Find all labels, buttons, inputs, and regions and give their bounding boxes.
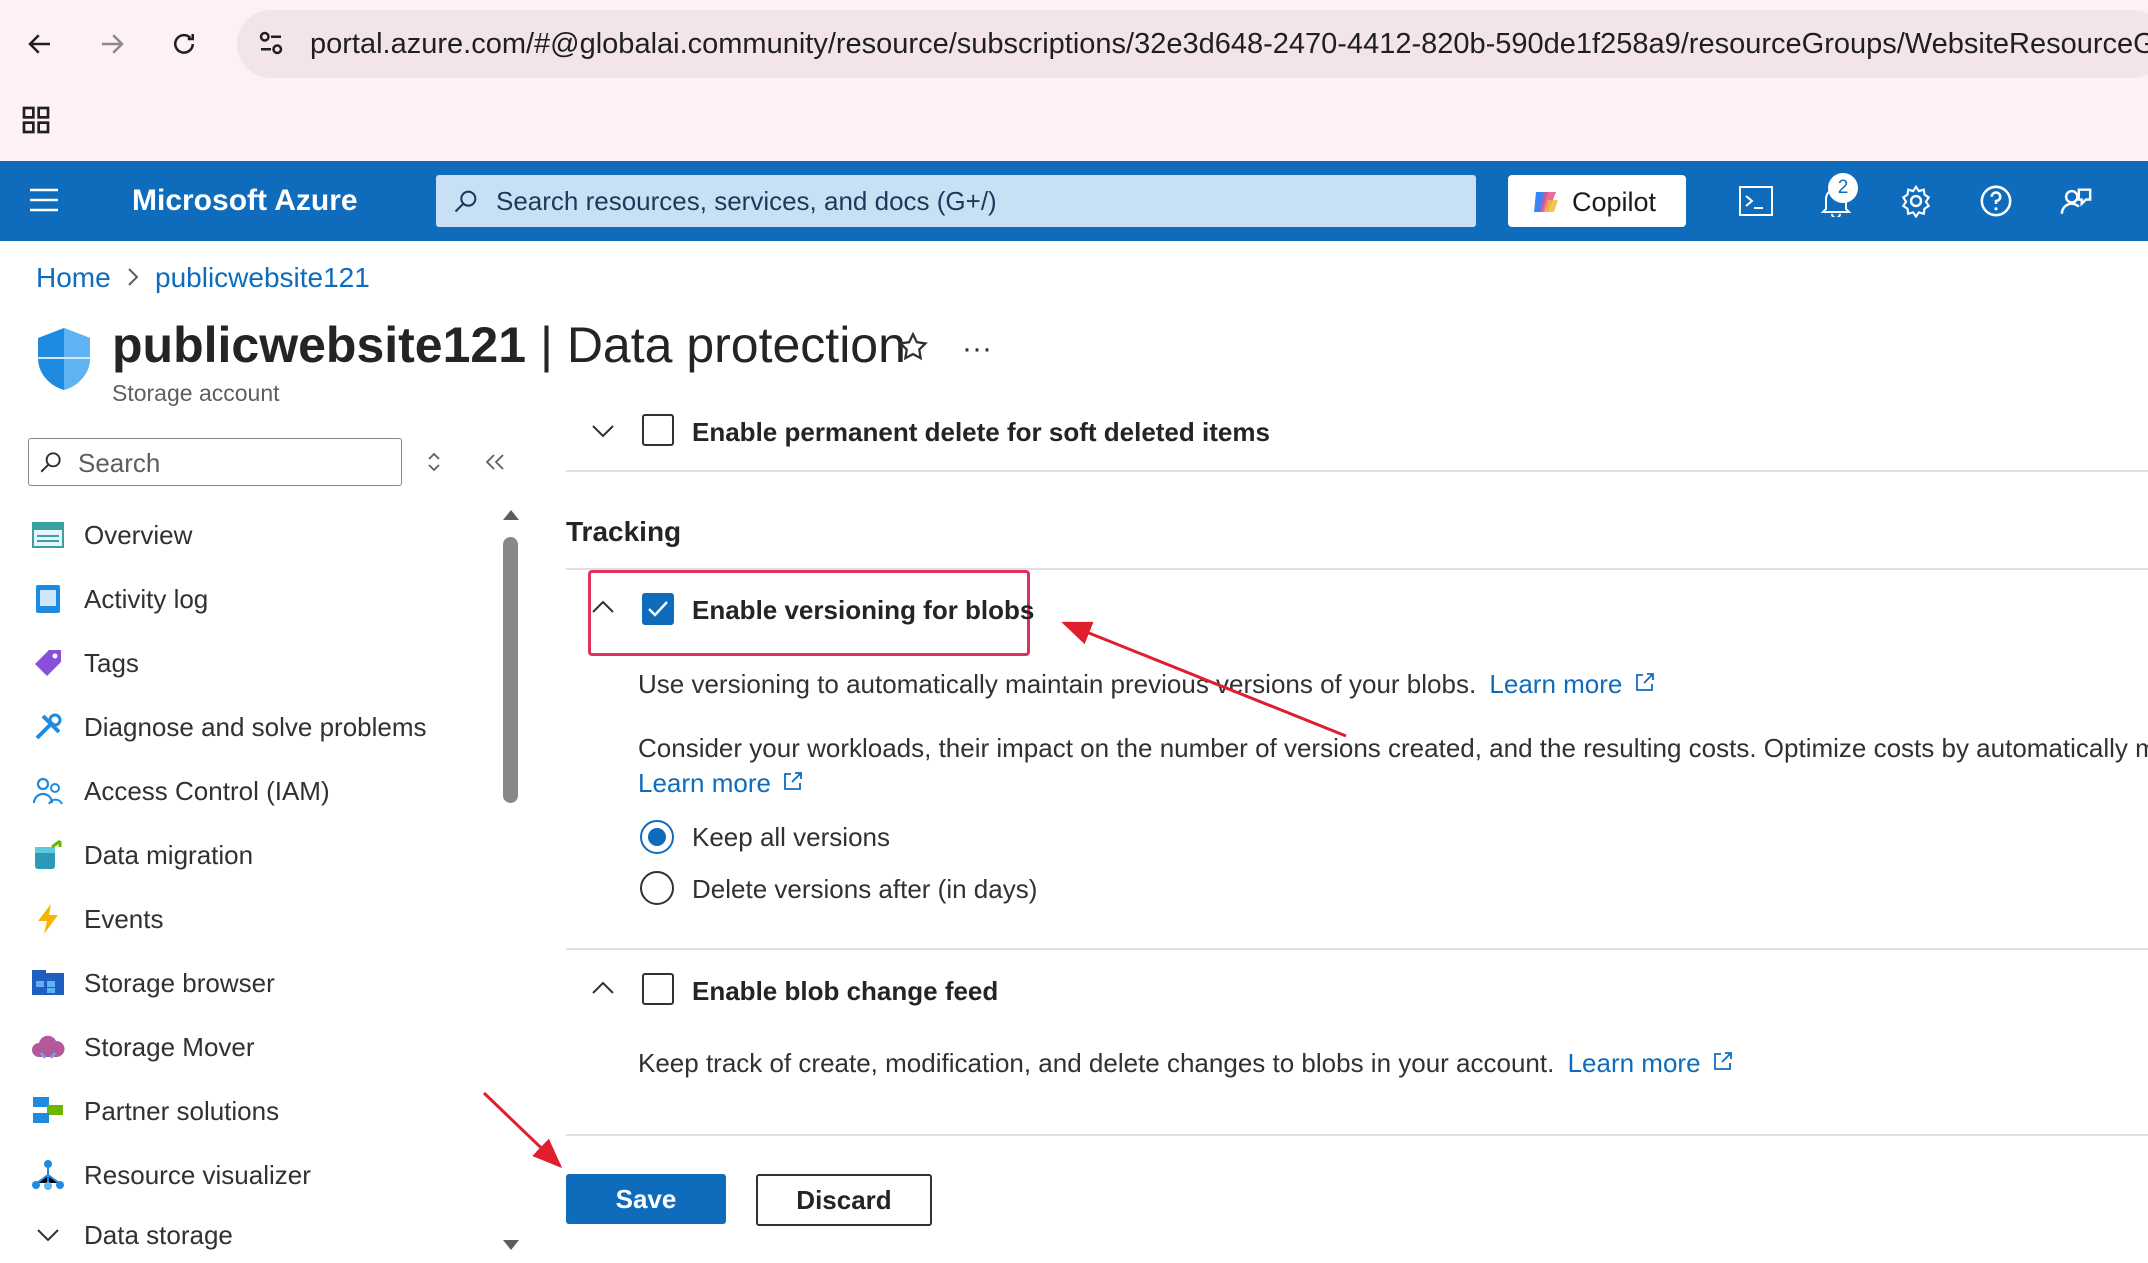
arrow-to-versioning-checkbox xyxy=(1061,621,1347,738)
annotation-arrows xyxy=(482,621,1347,1169)
arrow-to-save-button xyxy=(482,1091,563,1169)
